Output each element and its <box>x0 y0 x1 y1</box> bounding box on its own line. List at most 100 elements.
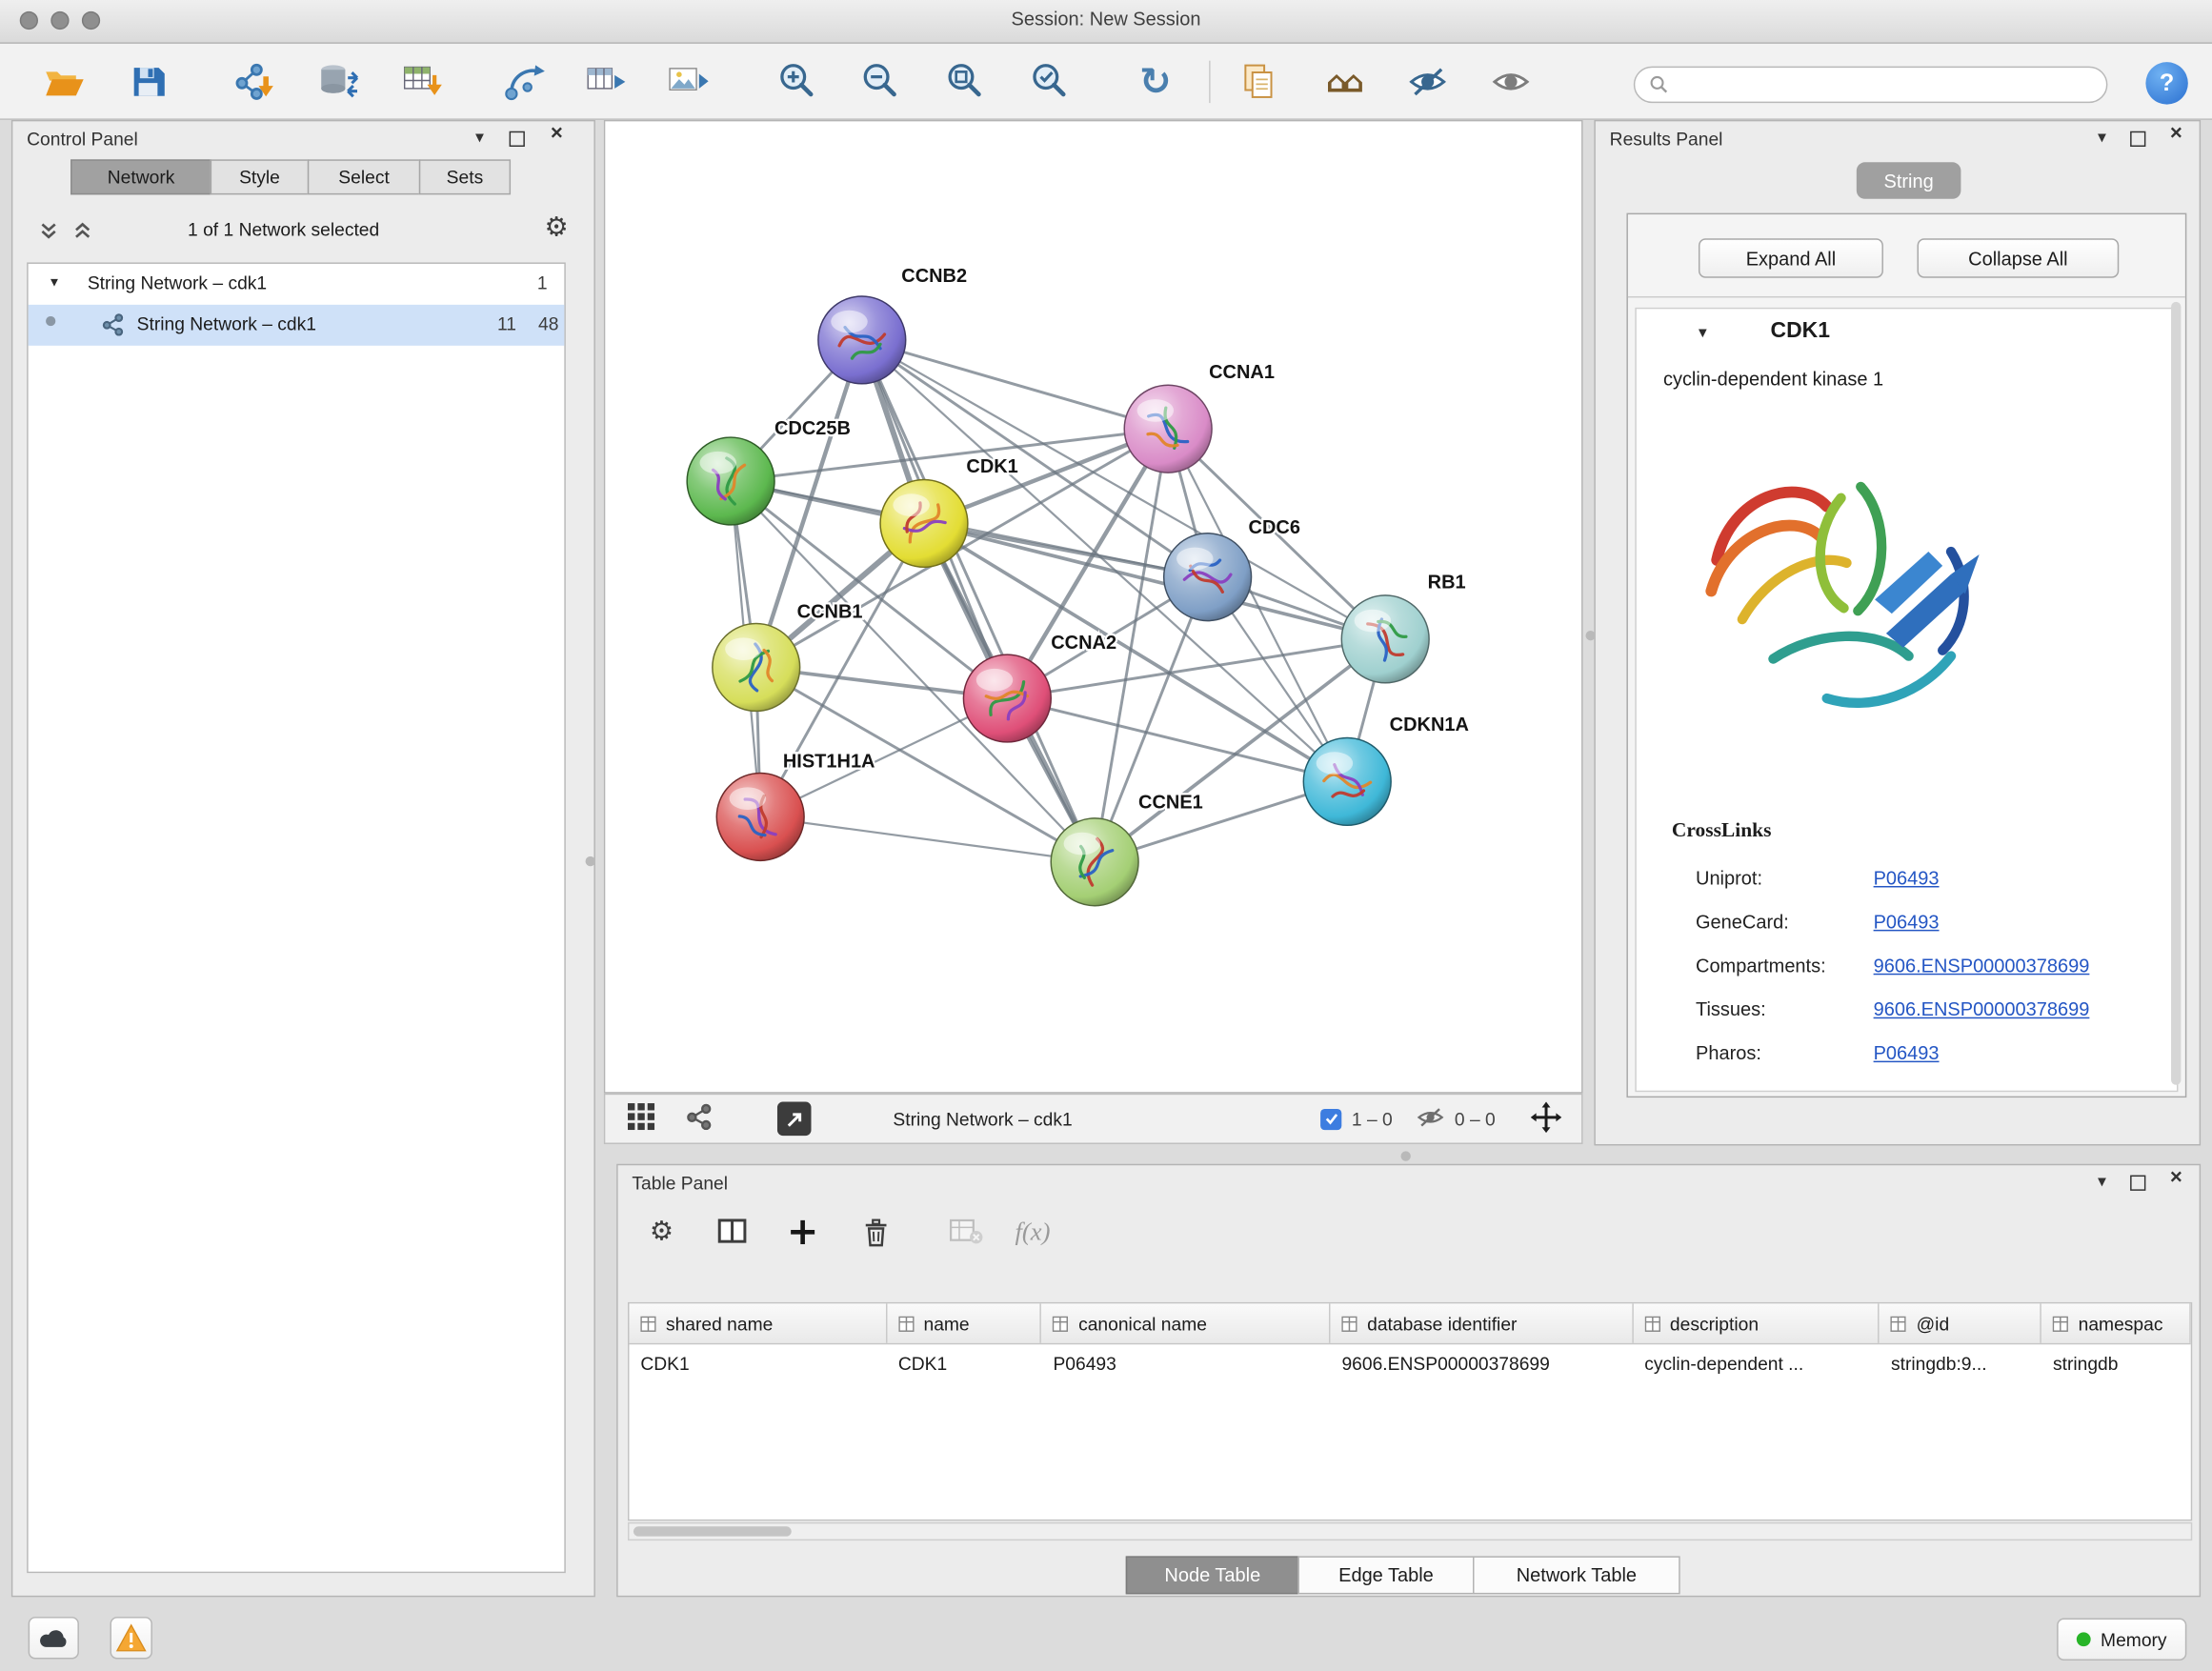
network-node-HIST1H1A[interactable] <box>716 774 804 861</box>
column-header-canonical-name[interactable]: canonical name <box>1042 1303 1331 1342</box>
results-close-icon[interactable]: × <box>2170 124 2182 144</box>
zoom-out-icon[interactable] <box>855 56 905 107</box>
table-menu-icon[interactable]: ▾ <box>2098 1171 2106 1191</box>
column-header-database-identifier[interactable]: database identifier <box>1331 1303 1634 1342</box>
collapse-all-button[interactable]: Collapse All <box>1918 238 2120 277</box>
table-hscrollbar-thumb[interactable] <box>633 1526 792 1536</box>
table-cell[interactable]: cyclin-dependent ... <box>1633 1353 1880 1374</box>
splitter-handle-bottom[interactable] <box>1401 1151 1411 1160</box>
table-close-icon[interactable]: × <box>2170 1168 2182 1188</box>
zoom-selected-icon[interactable] <box>1024 56 1075 107</box>
pan-crosshair-icon[interactable] <box>1531 1101 1562 1137</box>
column-header-description[interactable]: description <box>1633 1303 1880 1342</box>
function-builder-icon[interactable]: f(x) <box>1001 1208 1063 1256</box>
import-table-icon[interactable] <box>398 56 449 107</box>
warnings-button[interactable] <box>111 1617 152 1659</box>
network-from-table-icon[interactable] <box>581 56 632 107</box>
column-header-name[interactable]: name <box>887 1303 1042 1342</box>
memory-button[interactable]: Memory <box>2057 1619 2186 1661</box>
hide-glasses-icon[interactable] <box>1402 56 1453 107</box>
open-session-icon[interactable] <box>38 56 89 107</box>
edge-HIST1H1A-CCNE1[interactable] <box>760 816 1095 861</box>
entry-collapse-icon[interactable]: ▼ <box>1696 326 1710 341</box>
selected-checkbox-icon[interactable] <box>1320 1108 1341 1129</box>
search-input[interactable] <box>1678 72 2092 96</box>
network-node-CCNB1[interactable] <box>713 624 800 712</box>
tab-network-table[interactable]: Network Table <box>1473 1556 1680 1594</box>
network-node-CCNE1[interactable] <box>1051 818 1138 906</box>
export-image-icon[interactable] <box>663 56 714 107</box>
expand-all-button[interactable]: Expand All <box>1699 238 1883 277</box>
network-node-RB1[interactable] <box>1341 595 1429 683</box>
network-node-CDKN1A[interactable] <box>1303 737 1391 825</box>
homes-icon[interactable]: ⌂⌂ <box>1317 56 1368 107</box>
import-network-file-icon[interactable] <box>229 56 279 107</box>
save-session-icon[interactable] <box>123 56 173 107</box>
crosslink-value-link[interactable]: 9606.ENSP00000378699 <box>1874 998 2090 1019</box>
network-node-CCNA2[interactable] <box>963 654 1051 742</box>
hidden-eye-slash-icon[interactable] <box>1417 1105 1445 1132</box>
show-eye-icon[interactable] <box>1485 56 1536 107</box>
results-tab-string[interactable]: String <box>1857 162 1961 199</box>
network-node-CCNB2[interactable] <box>818 296 906 384</box>
network-canvas[interactable]: CCNB2CCNA1CDC25BCDK1CDC6RB1CCNB1CCNA2CDK… <box>604 120 1583 1094</box>
edge-CCNA2-CDKN1A[interactable] <box>1007 698 1347 781</box>
results-float-icon[interactable] <box>2130 131 2145 147</box>
table-cell[interactable]: CDK1 <box>887 1353 1042 1374</box>
tab-style[interactable]: Style <box>211 159 310 194</box>
results-scrollbar[interactable] <box>2171 302 2181 1085</box>
add-column-icon[interactable]: + <box>778 1208 826 1256</box>
delete-column-trash-icon[interactable] <box>852 1208 899 1256</box>
panel-float-icon[interactable] <box>510 131 525 147</box>
search-box[interactable] <box>1634 67 2108 104</box>
network-node-CDK1[interactable] <box>880 479 968 567</box>
cloud-status-button[interactable] <box>29 1617 79 1659</box>
birds-eye-grid-icon[interactable] <box>628 1103 654 1135</box>
results-menu-icon[interactable]: ▾ <box>2098 127 2106 147</box>
table-float-icon[interactable] <box>2130 1176 2145 1191</box>
network-node-CDC25B[interactable] <box>687 437 774 525</box>
network-node-CDC6[interactable] <box>1164 534 1252 621</box>
table-cell[interactable]: stringdb:9... <box>1880 1353 2041 1374</box>
splitter-handle-left[interactable] <box>586 856 595 866</box>
tab-network[interactable]: Network <box>70 159 211 194</box>
copy-document-icon[interactable] <box>1233 56 1283 107</box>
delete-table-icon[interactable] <box>942 1208 990 1256</box>
crosslink-value-link[interactable]: P06493 <box>1874 868 1940 889</box>
string-network-graph[interactable]: CCNB2CCNA1CDC25BCDK1CDC6RB1CCNB1CCNA2CDK… <box>605 121 1581 1092</box>
network-row-selected[interactable]: ● String Network – cdk1 11 48 <box>29 305 565 346</box>
column-header-namespac[interactable]: namespac <box>2041 1303 2191 1342</box>
tree-expander-icon[interactable]: ▼ <box>48 275 60 290</box>
tab-select[interactable]: Select <box>308 159 420 194</box>
share-network-icon[interactable] <box>686 1103 713 1135</box>
tab-sets[interactable]: Sets <box>419 159 511 194</box>
crosslink-value-link[interactable]: P06493 <box>1874 1042 1940 1063</box>
zoom-fit-icon[interactable] <box>939 56 990 107</box>
import-network-database-icon[interactable] <box>313 56 364 107</box>
table-cell[interactable]: P06493 <box>1042 1353 1331 1374</box>
column-header-shared-name[interactable]: shared name <box>629 1303 887 1342</box>
tab-node-table[interactable]: Node Table <box>1126 1556 1299 1594</box>
panel-menu-icon[interactable]: ▾ <box>475 127 484 147</box>
table-row[interactable]: CDK1CDK1P064939606.ENSP00000378699cyclin… <box>629 1344 2190 1382</box>
panel-close-icon[interactable]: × <box>551 124 563 144</box>
help-button[interactable]: ? <box>2145 62 2187 104</box>
show-columns-icon[interactable] <box>708 1208 755 1256</box>
table-cell[interactable]: stringdb <box>2041 1353 2191 1374</box>
refresh-view-icon[interactable]: ↻ <box>1130 56 1180 107</box>
network-collection-row[interactable]: ▼ String Network – cdk1 1 <box>29 264 565 305</box>
crosslink-value-link[interactable]: 9606.ENSP00000378699 <box>1874 956 2090 976</box>
crosslink-value-link[interactable]: P06493 <box>1874 912 1940 933</box>
edge-CCNB2-CCNA1[interactable] <box>862 340 1168 429</box>
new-network-icon[interactable] <box>499 56 550 107</box>
table-options-gear-icon[interactable]: ⚙ <box>637 1208 685 1256</box>
network-node-CCNA1[interactable] <box>1124 385 1212 473</box>
network-options-gear-icon[interactable]: ⚙ <box>545 211 569 243</box>
zoom-in-icon[interactable] <box>772 56 822 107</box>
open-in-window-icon[interactable] <box>777 1102 812 1137</box>
table-cell[interactable]: 9606.ENSP00000378699 <box>1331 1353 1634 1374</box>
table-cell[interactable]: CDK1 <box>629 1353 887 1374</box>
tab-edge-table[interactable]: Edge Table <box>1297 1556 1474 1594</box>
column-header--id[interactable]: @id <box>1880 1303 2041 1342</box>
table-hscrollbar[interactable] <box>628 1522 2192 1540</box>
